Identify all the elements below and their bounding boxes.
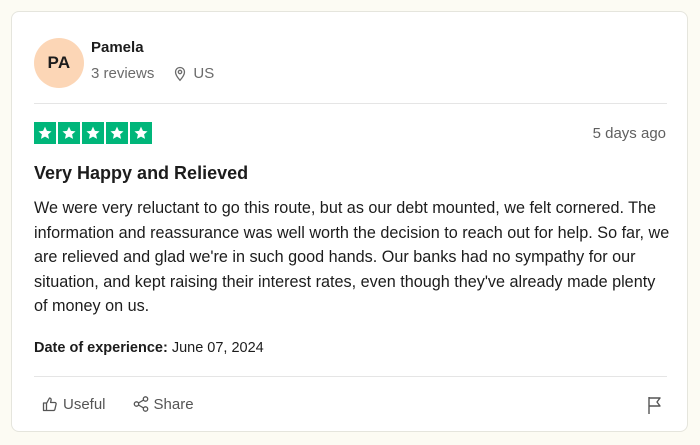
review-body: We were very reluctant to go this route,… xyxy=(34,199,670,316)
share-icon xyxy=(133,396,148,412)
share-button[interactable]: Share xyxy=(132,395,194,413)
experience-date: June 07, 2024 xyxy=(171,340,264,356)
star-icon xyxy=(106,122,128,144)
reviewer-meta: 3 reviews US xyxy=(91,65,214,82)
avatar[interactable]: PA xyxy=(34,38,84,88)
star-icon xyxy=(34,122,56,144)
location-label: US xyxy=(193,65,215,82)
avatar-initials: PA xyxy=(47,53,71,72)
star-icon xyxy=(82,122,104,144)
reviewer-location: US xyxy=(172,65,214,82)
review-count: 3 reviews xyxy=(91,65,155,82)
star-icon xyxy=(58,122,80,144)
thumbs-up-icon xyxy=(42,397,57,412)
useful-button[interactable]: Useful xyxy=(41,395,106,413)
review-card: PA Pamela 3 reviews US 5 days ago Very H… xyxy=(11,11,688,432)
review-actions: Useful Share xyxy=(41,395,194,413)
useful-label: Useful xyxy=(63,395,106,413)
reviewer-name[interactable]: Pamela xyxy=(91,39,144,56)
review-title[interactable]: Very Happy and Relieved xyxy=(34,163,248,184)
date-of-experience: Date of experience: June 07, 2024 xyxy=(34,340,264,356)
review-date: 5 days ago xyxy=(592,125,666,142)
star-rating xyxy=(34,122,152,144)
divider xyxy=(34,376,667,377)
location-pin-icon xyxy=(175,66,186,81)
flag-icon[interactable] xyxy=(645,395,665,415)
experience-label: Date of experience: xyxy=(34,340,168,356)
star-icon xyxy=(130,122,152,144)
divider xyxy=(34,103,667,104)
share-label: Share xyxy=(153,395,194,413)
